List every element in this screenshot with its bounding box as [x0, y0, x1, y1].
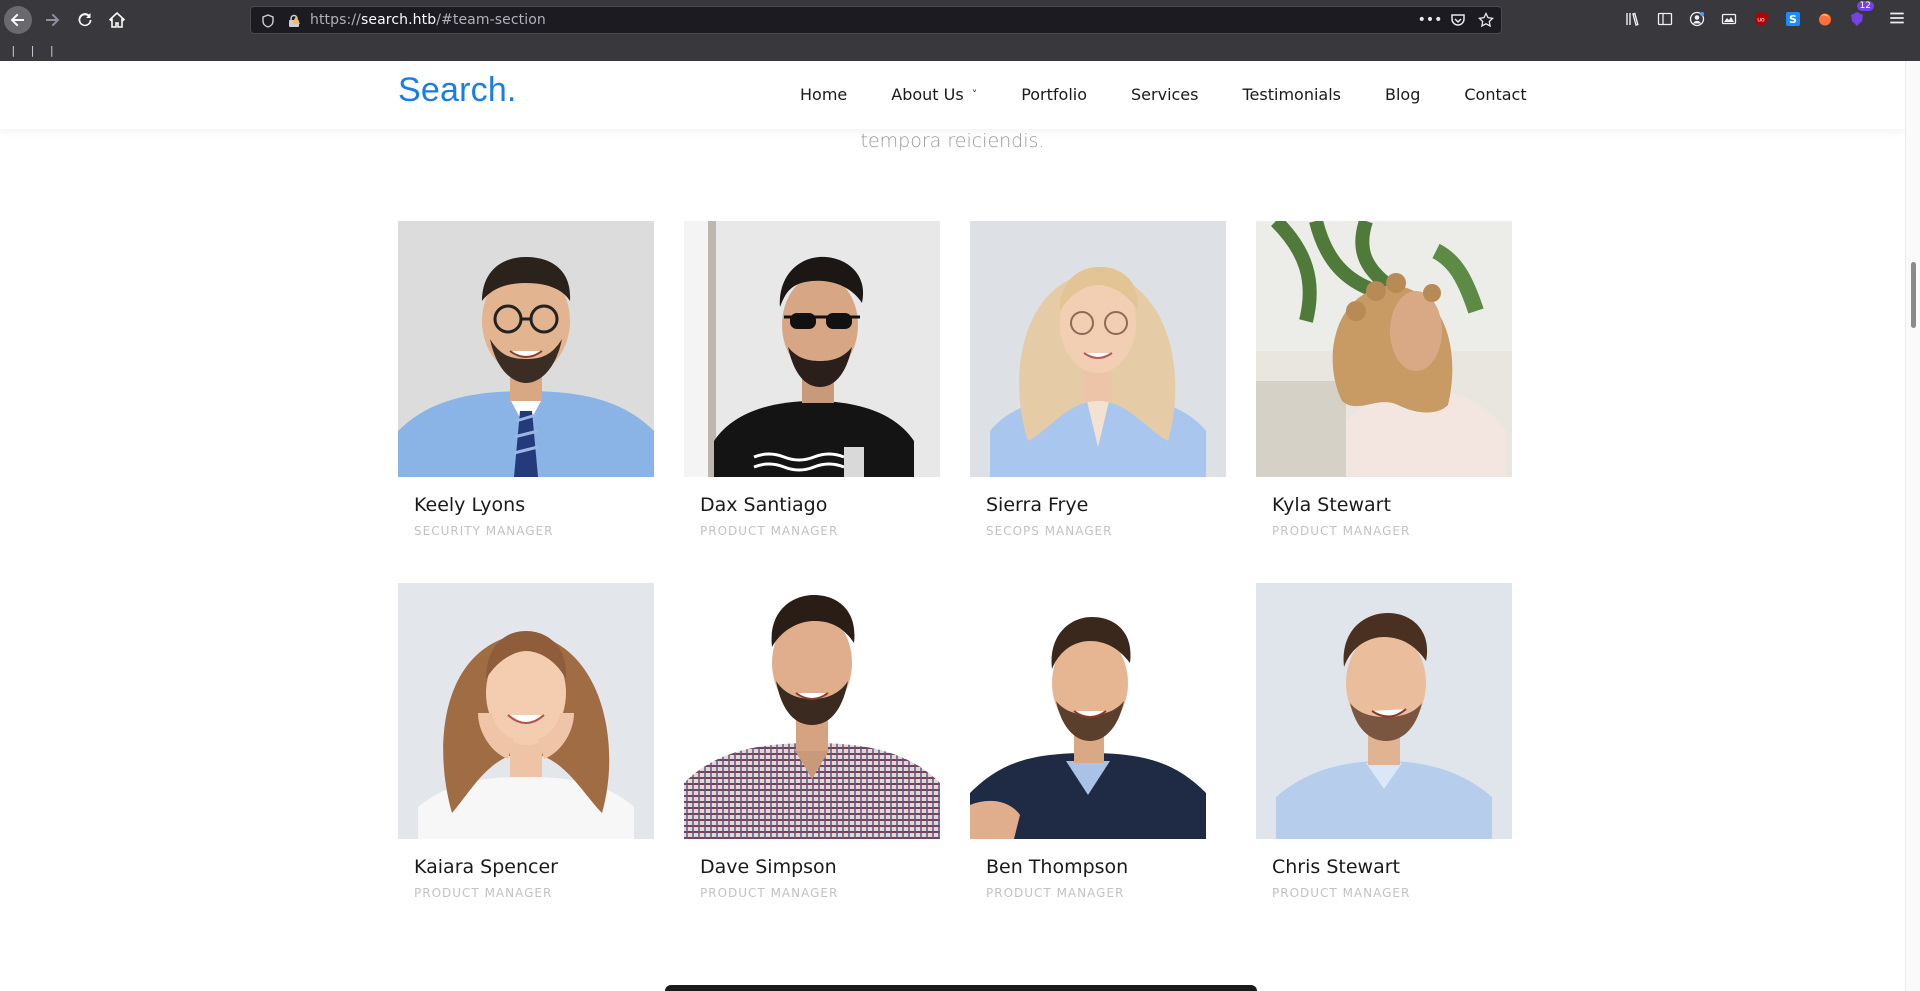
team-card: Dave Simpson Product Manager: [684, 583, 940, 900]
reload-icon[interactable]: [71, 6, 99, 34]
main-nav: Home About Us ˅ Portfolio Services Testim…: [800, 85, 1527, 104]
team-photo: [970, 583, 1226, 839]
section-intro-text: tempora reiciendis.: [860, 130, 1045, 152]
back-icon[interactable]: [4, 6, 32, 34]
team-member-role: Product Manager: [1272, 886, 1411, 900]
extension-badge: 12: [1856, 1, 1874, 11]
nav-home[interactable]: Home: [800, 85, 847, 104]
home-icon[interactable]: [103, 6, 131, 34]
nav-testimonials[interactable]: Testimonials: [1242, 85, 1341, 104]
nav-about[interactable]: About Us ˅: [891, 85, 977, 104]
shield-badge-icon[interactable]: 12: [1846, 1, 1874, 30]
menu-icon[interactable]: [1888, 9, 1910, 31]
library-icon[interactable]: [1622, 8, 1644, 30]
team-photo: [970, 221, 1226, 477]
ublock-icon[interactable]: uo: [1750, 8, 1772, 30]
sidebar-icon[interactable]: [1654, 8, 1676, 30]
nav-contact[interactable]: Contact: [1464, 85, 1526, 104]
team-member-name: Keely Lyons: [414, 494, 526, 516]
screenshot-icon[interactable]: [1718, 8, 1740, 30]
team-member-name: Sierra Frye: [986, 494, 1089, 516]
svg-text:S: S: [1789, 13, 1797, 26]
section-bottom-edge: [665, 985, 1257, 991]
bookmarks-toolbar[interactable]: | | |: [10, 44, 58, 57]
browser-toolbar: https://search.htb/#team-section ••• uo …: [0, 0, 1920, 40]
shield-icon[interactable]: [261, 13, 275, 28]
nav-about-label: About Us: [891, 85, 964, 104]
team-photo: [684, 583, 940, 839]
team-member-role: SecOps Manager: [986, 524, 1113, 538]
team-photo: [398, 583, 654, 839]
team-card: Kyla Stewart Product Manager: [1256, 221, 1512, 538]
team-photo: [684, 221, 940, 477]
team-member-role: Security Manager: [414, 524, 554, 538]
page-scrollbar[interactable]: [1905, 61, 1920, 991]
team-photo: [398, 221, 654, 477]
team-member-name: Kaiara Spencer: [414, 856, 558, 878]
team-member-role: Product Manager: [986, 886, 1125, 900]
team-member-role: Product Manager: [700, 886, 839, 900]
forward-icon[interactable]: [38, 6, 66, 34]
team-member-name: Kyla Stewart: [1272, 494, 1391, 516]
team-member-role: Product Manager: [1272, 524, 1411, 538]
nav-portfolio[interactable]: Portfolio: [1021, 85, 1087, 104]
team-member-role: Product Manager: [700, 524, 839, 538]
pocket-icon[interactable]: [1449, 11, 1467, 29]
address-bar[interactable]: https://search.htb/#team-section •••: [250, 6, 1502, 34]
url-text[interactable]: https://search.htb/#team-section: [310, 12, 546, 28]
lock-icon[interactable]: [287, 13, 301, 27]
star-icon[interactable]: [1477, 11, 1495, 29]
nav-services[interactable]: Services: [1131, 85, 1198, 104]
team-member-name: Dax Santiago: [700, 494, 828, 516]
team-member-role: Product Manager: [414, 886, 553, 900]
team-card: Chris Stewart Product Manager: [1256, 583, 1512, 900]
team-member-name: Ben Thompson: [986, 856, 1129, 878]
nav-blog[interactable]: Blog: [1385, 85, 1420, 104]
more-icon[interactable]: •••: [1418, 11, 1443, 29]
scrollbar-thumb[interactable]: [1911, 262, 1916, 328]
team-card: Kaiara Spencer Product Manager: [398, 583, 654, 900]
team-card: Keely Lyons Security Manager: [398, 221, 654, 538]
team-member-name: Chris Stewart: [1272, 856, 1400, 878]
team-photo: [1256, 583, 1512, 839]
svg-text:uo: uo: [1757, 17, 1765, 24]
page-viewport: Search. Home About Us ˅ Portfolio Service…: [0, 61, 1905, 991]
team-card: Dax Santiago Product Manager: [684, 221, 940, 538]
site-header: Search. Home About Us ˅ Portfolio Service…: [0, 61, 1905, 129]
browser-chrome: https://search.htb/#team-section ••• uo …: [0, 0, 1920, 61]
team-card: Ben Thompson Product Manager: [970, 583, 1226, 900]
team-photo: [1256, 221, 1512, 477]
chevron-down-icon: ˅: [971, 88, 978, 101]
firefox-extension-icon[interactable]: [1814, 8, 1836, 30]
account-icon[interactable]: [1686, 8, 1708, 30]
team-member-name: Dave Simpson: [700, 856, 837, 878]
extension-s-icon[interactable]: S: [1782, 8, 1804, 30]
site-logo[interactable]: Search.: [398, 71, 517, 110]
team-card: Sierra Frye SecOps Manager: [970, 221, 1226, 538]
